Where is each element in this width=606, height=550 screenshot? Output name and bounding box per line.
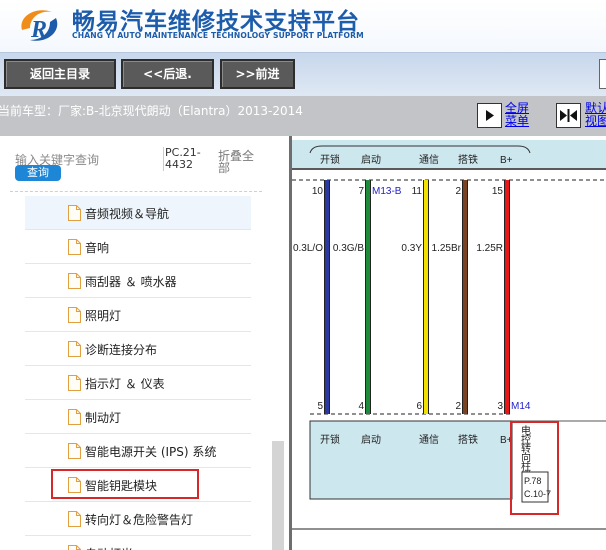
document-icon: [68, 511, 81, 527]
page-ref-line-1: P.78: [524, 476, 541, 486]
document-icon: [68, 205, 81, 221]
tree-item-label: 音响: [85, 241, 110, 255]
sidebar-tree: 输入关键字查询 查询 PC.21- 4432 折叠全 部 音频视频＆导航 音响 雨刮…: [0, 136, 289, 550]
vehicle-info-bar: 当前车型：厂家:B-北京现代朗动（Elantra）2013-2014 全屏 菜单…: [0, 96, 606, 136]
bottom-pin-number: 4: [358, 401, 364, 412]
collapse-line-2: 部: [218, 161, 231, 175]
top-connector-code: M13-B: [372, 186, 402, 197]
tree-item-label: 转向灯＆危险警告灯: [85, 513, 194, 527]
tree-item-label: 智能电源开关 (IPS) 系统: [85, 445, 217, 459]
menu-link[interactable]: 菜单: [505, 115, 529, 128]
bottom-pin-number: 3: [497, 401, 503, 412]
top-pin-number: 11: [412, 186, 423, 197]
top-pin-number: 2: [455, 186, 461, 197]
top-function-label: 通信: [419, 154, 439, 166]
top-pin-number: 7: [358, 186, 364, 197]
document-icon: [68, 409, 81, 425]
view-link[interactable]: 视图: [585, 115, 606, 128]
bottom-pin-number: 6: [416, 401, 422, 412]
tree-item[interactable]: 智能电源开关 (IPS) 系统: [25, 434, 251, 468]
fullscreen-menu-icon[interactable]: [477, 103, 502, 128]
page-ref-line-2: C.10-7: [524, 489, 551, 499]
bottom-pin-number: 5: [317, 401, 323, 412]
document-icon: [68, 375, 81, 391]
svg-text:R: R: [30, 17, 47, 43]
app-title-en: CHANG YI AUTO MAINTENANCE TECHNOLOGY SUP…: [72, 31, 364, 40]
wiring-diagram: 开锁 10 0.3L/O 5 开锁 启动 7 0.3G/B 4 启动 通信 11 0.3Y 6 通信 搭铁 2 1…: [292, 136, 606, 550]
top-pin-number: 15: [492, 186, 504, 197]
top-function-label: 开锁: [320, 153, 340, 166]
tree-item[interactable]: 制动灯: [25, 400, 251, 434]
tree-item[interactable]: 指示灯 ＆ 仪表: [25, 366, 251, 400]
tree-item[interactable]: 音频视频＆导航: [25, 196, 251, 230]
document-icon: [68, 273, 81, 289]
tree-item[interactable]: 诊断连接分布: [25, 332, 251, 366]
document-icon: [68, 443, 81, 459]
query-button[interactable]: 查询: [15, 165, 61, 181]
tree-item[interactable]: 雨刮器 ＆ 喷水器: [25, 264, 251, 298]
tree-item[interactable]: 自动灯光: [25, 536, 251, 550]
sidebar-divider: [10, 191, 262, 192]
wire-spec-label: 0.3G/B: [333, 243, 364, 254]
tree-item-label: 雨刮器 ＆ 喷水器: [85, 275, 177, 289]
swirl-r-logo-icon: R: [21, 10, 58, 43]
selected-item-highlight: [51, 469, 199, 499]
top-function-label: 搭铁: [458, 153, 478, 166]
tree-item-label: 指示灯 ＆ 仪表: [85, 377, 165, 391]
document-icon: [68, 545, 81, 550]
document-icon: [68, 307, 81, 323]
module-box: [309, 420, 513, 500]
pc-code-line-2: 4432: [165, 158, 193, 171]
tree-item-label: 诊断连接分布: [85, 343, 158, 357]
tree-item[interactable]: 照明灯: [25, 298, 251, 332]
default-view-icon[interactable]: [556, 103, 581, 128]
nav-toolbar: 返回主目录 <<后退. >>前进: [0, 52, 606, 96]
collapse-all-link[interactable]: 折叠全 部: [218, 150, 260, 174]
bottom-function-label: 启动: [361, 433, 381, 446]
bottom-connector-code: M14: [511, 401, 531, 412]
sidebar-scrollbar-thumb[interactable]: [272, 441, 284, 550]
back-button[interactable]: <<后退.: [121, 59, 214, 89]
wire-spec-label: 0.3L/O: [293, 243, 323, 254]
wire-spec-label: 0.3Y: [401, 243, 422, 254]
app-header: R 畅易汽车维修技术支持平台 CHANG YI AUTO MAINTENANCE…: [0, 0, 606, 52]
app-root: R 畅易汽车维修技术支持平台 CHANG YI AUTO MAINTENANCE…: [0, 0, 606, 550]
tree-item-label: 制动灯: [85, 411, 122, 425]
pc-code-label: PC.21- 4432: [163, 147, 207, 171]
bottom-function-label: 开锁: [320, 433, 340, 446]
top-pin-number: 10: [312, 186, 324, 197]
wiring-diagram-svg: 开锁100.3L/O5开锁启动70.3G/B4启动通信110.3Y6通信搭铁21…: [292, 140, 606, 530]
wire-spec-label: 1.25R: [476, 243, 503, 254]
bottom-pin-number: 2: [455, 401, 461, 412]
home-button[interactable]: 返回主目录: [4, 59, 116, 89]
tree-item[interactable]: 转向灯＆危险警告灯: [25, 502, 251, 536]
tree-item-label: 照明灯: [85, 309, 122, 323]
document-icon: [68, 239, 81, 255]
tree-item-label: 音频视频＆导航: [85, 207, 170, 221]
tree-item-label: 自动灯光: [85, 545, 133, 550]
document-icon: [68, 341, 81, 357]
top-function-label: B+: [500, 155, 513, 166]
wire-spec-label: 1.25Br: [432, 243, 462, 254]
forward-button[interactable]: >>前进: [220, 59, 295, 89]
bottom-function-label: 搭铁: [458, 433, 478, 446]
top-function-label: 启动: [361, 153, 381, 166]
current-vehicle-text: 当前车型：厂家:B-北京现代朗动（Elantra）2013-2014: [0, 104, 303, 118]
toolbar-edge-tab[interactable]: [599, 59, 606, 89]
bottom-function-label: 通信: [419, 434, 439, 446]
tree-item[interactable]: 音响: [25, 230, 251, 264]
